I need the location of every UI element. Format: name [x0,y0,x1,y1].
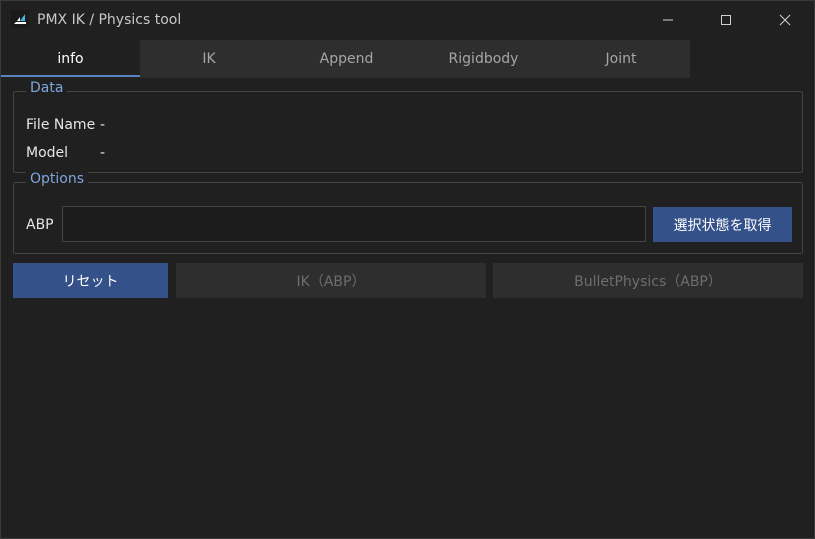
maximize-icon [721,15,731,25]
bullet-physics-abp-button[interactable]: BulletPhysics（ABP） [493,263,803,298]
tab-ik[interactable]: IK [140,40,278,78]
minimize-button[interactable] [639,1,697,39]
options-group-legend: Options [26,171,89,187]
model-value: - [100,145,106,161]
reset-button[interactable]: リセット [13,263,168,298]
data-group: Data File Name - Model - [13,80,803,173]
tab-bar: info IK Append Rigidbody Joint [1,40,690,78]
abp-input[interactable] [62,206,646,242]
window-title: PMX IK / Physics tool [37,12,182,28]
get-selection-button[interactable]: 選択状態を取得 [653,207,792,242]
model-label: Model [26,145,69,161]
file-name-label: File Name [26,117,96,133]
close-icon [779,14,791,26]
options-group: Options ABP 選択状態を取得 [13,171,803,254]
data-group-legend: Data [26,80,68,96]
abp-label: ABP [26,217,54,233]
close-button[interactable] [756,1,814,39]
tab-joint[interactable]: Joint [552,40,690,78]
tab-append[interactable]: Append [278,40,415,78]
tab-info[interactable]: info [1,40,140,78]
ik-abp-button[interactable]: IK（ABP） [176,263,486,298]
maximize-button[interactable] [697,1,755,39]
app-window: PMX IK / Physics tool info IK Append Rig… [0,0,815,539]
file-name-value: - [100,117,106,133]
app-logo-icon [11,10,29,28]
title-bar[interactable]: PMX IK / Physics tool [1,1,814,39]
tab-rigidbody[interactable]: Rigidbody [415,40,552,78]
minimize-icon [663,19,673,21]
active-tab-indicator [1,75,140,77]
